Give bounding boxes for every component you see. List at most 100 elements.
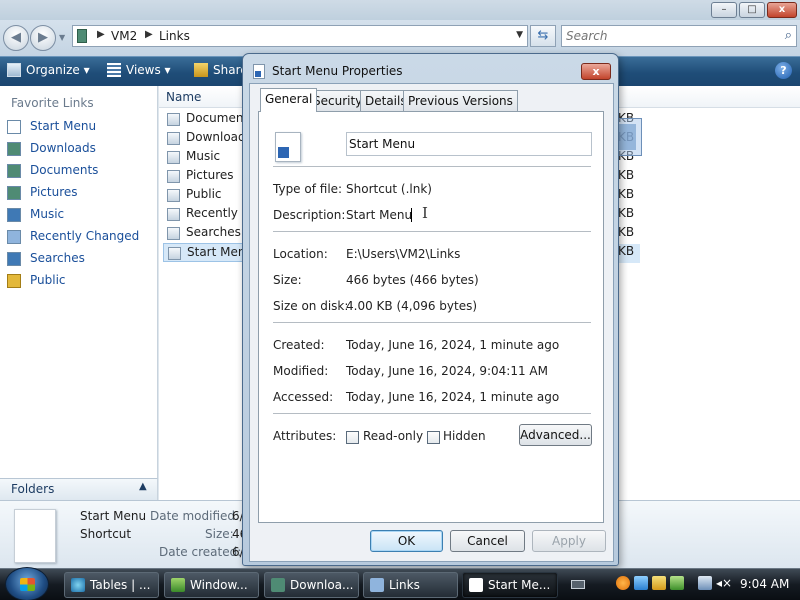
explorer-title-bar: – □ x	[0, 0, 800, 20]
attributes-label: Attributes:	[273, 429, 337, 443]
readonly-checkbox[interactable]	[346, 431, 359, 444]
sidebar-item-recently-changed[interactable]: Recently Changed	[7, 228, 155, 248]
sidebar-item-public[interactable]: Public	[7, 272, 155, 292]
public-folder-icon	[7, 274, 21, 288]
sidebar-item-downloads[interactable]: Downloads	[7, 140, 155, 160]
size-on-disk-label: Size on disk:	[273, 299, 349, 313]
taskbar-item-tables[interactable]: Tables | ...	[64, 572, 159, 598]
accessed-label: Accessed:	[273, 390, 334, 404]
documents-folder-icon	[7, 164, 21, 178]
size-cell: KB	[618, 206, 635, 220]
dialog-body: General Security Details Previous Versio…	[249, 83, 614, 562]
taskbar-item-windows[interactable]: Window...	[164, 572, 259, 598]
folder-icon	[167, 227, 180, 240]
details-file-name: Start Menu	[80, 509, 147, 523]
search-input[interactable]	[566, 28, 766, 44]
hidden-checkbox[interactable]	[427, 431, 440, 444]
help-icon[interactable]: ?	[775, 62, 792, 79]
ok-button[interactable]: OK	[370, 530, 443, 552]
cancel-button[interactable]: Cancel	[450, 530, 525, 552]
address-dropdown-icon[interactable]: ▼	[516, 30, 523, 40]
shortcut-icon	[7, 120, 21, 134]
views-icon	[107, 63, 121, 77]
divider	[273, 413, 591, 414]
divider	[273, 166, 591, 167]
close-button[interactable]: x	[767, 2, 797, 18]
pictures-folder-icon	[7, 186, 21, 200]
description-field[interactable]	[344, 206, 590, 224]
description-label: Description:	[273, 208, 346, 222]
sidebar-item-documents[interactable]: Documents	[7, 162, 155, 182]
column-header-size[interactable]	[601, 86, 800, 108]
list-item[interactable]: Searches	[163, 224, 243, 243]
volume-muted-icon[interactable]: ◂×	[716, 576, 732, 590]
folders-toggle[interactable]: Folders ▲	[0, 478, 158, 500]
monitor-icon[interactable]	[698, 576, 712, 590]
ibeam-cursor-icon: I	[422, 204, 428, 222]
folder-icon[interactable]	[652, 576, 666, 590]
type-label: Type of file:	[273, 182, 343, 196]
sidebar-item-music[interactable]: Music	[7, 206, 155, 226]
searches-folder-icon	[7, 252, 21, 266]
taskbar-item-downloads[interactable]: Downloa...	[264, 572, 359, 598]
hidden-label[interactable]: Hidden	[443, 429, 486, 443]
navigation-pane: Favorite Links Start Menu Downloads Docu…	[0, 86, 158, 478]
list-item[interactable]: Documents	[163, 110, 243, 129]
share-button[interactable]: Share	[194, 63, 248, 77]
taskbar: Tables | ... Window... Downloa... Links …	[0, 567, 800, 600]
taskbar-item-start-menu[interactable]: Start Me...	[462, 572, 558, 598]
list-item[interactable]: Downloads	[163, 129, 243, 148]
tab-previous-versions[interactable]: Previous Versions	[403, 90, 518, 111]
sidebar-item-start-menu[interactable]: Start Menu	[7, 118, 155, 138]
file-name-field[interactable]	[346, 132, 592, 156]
breadcrumb-arrow-icon[interactable]: ▶	[97, 29, 105, 40]
details-size-label: Size:	[205, 527, 234, 541]
clock[interactable]: 9:04 AM	[740, 577, 789, 591]
size-on-disk-value: 4.00 KB (4,096 bytes)	[346, 299, 478, 313]
app-icon[interactable]	[670, 576, 684, 590]
created-label: Created:	[273, 338, 325, 352]
readonly-label[interactable]: Read-only	[363, 429, 423, 443]
search-icon[interactable]: ⌕	[785, 28, 792, 43]
minimize-button[interactable]: –	[711, 2, 737, 18]
size-cell: KB	[618, 244, 640, 263]
dialog-close-button[interactable]: x	[581, 63, 611, 80]
taskbar-item-links[interactable]: Links	[363, 572, 458, 598]
folder-icon	[167, 151, 180, 164]
breadcrumb-vm2[interactable]: VM2	[111, 29, 137, 43]
organize-button[interactable]: Organize ▾	[7, 63, 90, 77]
breadcrumb-arrow-icon[interactable]: ▶	[145, 29, 153, 40]
breadcrumb-links[interactable]: Links	[159, 29, 190, 43]
back-arrow-icon[interactable]: ◀	[3, 25, 29, 51]
details-date-created-label: Date created:	[159, 545, 242, 559]
address-bar[interactable]: ▶ VM2 ▶ Links ▼	[72, 25, 528, 47]
sidebar-item-searches[interactable]: Searches	[7, 250, 155, 270]
list-item[interactable]: Pictures	[163, 167, 243, 186]
chevron-up-icon[interactable]: ▲	[139, 481, 147, 492]
list-item-selected[interactable]: Start Menu	[163, 243, 243, 262]
list-item[interactable]: Recently Changed	[163, 205, 243, 224]
refresh-icon[interactable]: ⇆	[530, 25, 556, 47]
text-caret	[411, 208, 412, 222]
advanced-button[interactable]: Advanced...	[519, 424, 592, 446]
apply-button[interactable]: Apply	[532, 530, 606, 552]
keyboard-icon[interactable]	[571, 580, 585, 589]
start-button[interactable]	[5, 567, 49, 600]
sidebar-item-pictures[interactable]: Pictures	[7, 184, 155, 204]
maximize-button[interactable]: □	[739, 2, 765, 18]
created-value: Today, June 16, 2024, 1 minute ago	[346, 338, 560, 352]
type-value: Shortcut (.lnk)	[346, 182, 432, 196]
search-box[interactable]: ⌕	[561, 25, 797, 47]
network-icon[interactable]	[634, 576, 648, 590]
list-item[interactable]: Public	[163, 186, 243, 205]
shortcut-icon	[168, 247, 181, 260]
tab-general[interactable]: General	[260, 88, 318, 112]
views-button[interactable]: Views ▾	[107, 63, 171, 77]
list-item[interactable]: Music	[163, 148, 243, 167]
size-cell: KB	[618, 187, 635, 201]
search-icon[interactable]	[616, 576, 630, 590]
recent-pages-chevron-icon[interactable]: ▼	[59, 33, 65, 42]
forward-arrow-icon[interactable]: ▶	[30, 25, 56, 51]
size-value: 466 bytes (466 bytes)	[346, 273, 479, 287]
general-tab-panel: Type of file: Shortcut (.lnk) Descriptio…	[258, 111, 604, 523]
